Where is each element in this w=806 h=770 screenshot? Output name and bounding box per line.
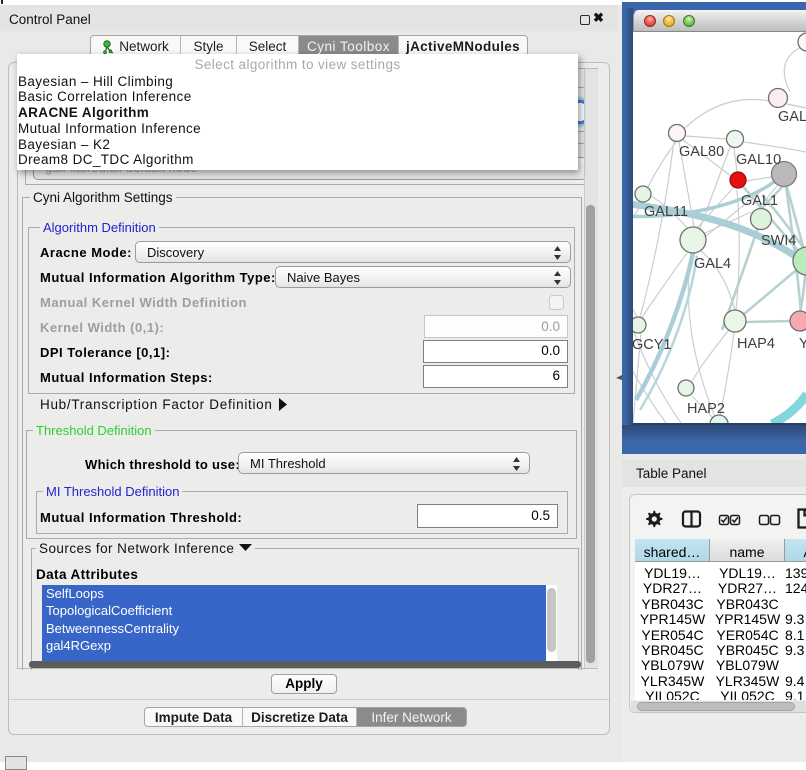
svg-text:GAL10: GAL10	[736, 152, 781, 168]
svg-text:YER0: YER0	[799, 336, 806, 352]
svg-text:GAL4: GAL4	[694, 256, 731, 272]
svg-text:SWI4: SWI4	[761, 233, 796, 249]
svg-text:HAP2: HAP2	[687, 401, 725, 417]
svg-text:GAL80: GAL80	[679, 144, 724, 160]
svg-text:GAL7: GAL7	[778, 109, 806, 125]
svg-text:GCY1: GCY1	[633, 337, 672, 353]
svg-text:GAL1: GAL1	[741, 193, 778, 209]
svg-text:GAL11: GAL11	[644, 204, 688, 220]
svg-text:HAP4: HAP4	[737, 336, 775, 352]
